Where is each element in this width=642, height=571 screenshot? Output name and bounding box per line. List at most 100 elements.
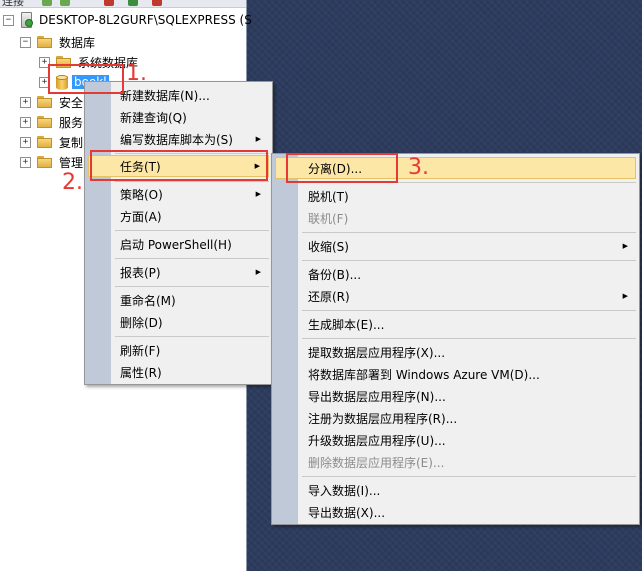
submenu-arrow-icon: ▶ <box>255 268 261 276</box>
menu-item-export-data[interactable]: 导出数据(X)... <box>275 501 636 523</box>
expand-icon[interactable]: + <box>20 96 31 108</box>
menu-separator <box>115 181 269 182</box>
menu-item-label: 导出数据层应用程序(N)... <box>308 389 446 404</box>
filter-icon[interactable] <box>152 0 162 6</box>
menu-separator <box>302 338 636 339</box>
annotation-label-step2: 2. <box>62 170 83 195</box>
disconnect-icon[interactable] <box>60 0 70 6</box>
database-context-menu: 新建数据库(N)... 新建查询(Q) 编写数据库脚本为(S) ▶ 任务(T) … <box>84 81 273 385</box>
menu-item-delete[interactable]: 删除(D) <box>88 311 269 333</box>
menu-item-label: 联机(F) <box>308 211 349 226</box>
menu-item-label: 启动 PowerShell(H) <box>120 237 232 252</box>
folder-icon <box>37 156 53 168</box>
menu-item-label: 新建查询(Q) <box>120 110 187 125</box>
server-label[interactable]: DESKTOP-8L2GURF\SQLEXPRESS (S <box>39 13 252 27</box>
toolbar-connect-label[interactable]: 连接 <box>2 0 24 7</box>
annotation-label-step1: 1. <box>126 61 147 86</box>
collapse-icon[interactable]: − <box>20 36 31 48</box>
submenu-arrow-icon: ▶ <box>622 242 628 250</box>
server-objects-label[interactable]: 服务 <box>59 114 83 131</box>
annotation-label-step3: 3. <box>408 155 429 180</box>
folder-icon <box>37 96 53 108</box>
menu-item-rename[interactable]: 重命名(M) <box>88 289 269 311</box>
tree-node-server-objects[interactable]: + 服务 <box>20 112 83 132</box>
tree-node-security[interactable]: + 安全 <box>20 92 83 112</box>
menu-item-upgrade-data-tier-app[interactable]: 升级数据层应用程序(U)... <box>275 429 636 451</box>
collapse-icon[interactable]: − <box>3 14 14 26</box>
folder-icon <box>37 136 53 148</box>
menu-item-policies[interactable]: 策略(O) ▶ <box>88 183 269 205</box>
menu-item-export-data-tier-app[interactable]: 导出数据层应用程序(N)... <box>275 385 636 407</box>
expand-icon[interactable]: + <box>20 156 31 168</box>
menu-separator <box>302 476 636 477</box>
tasks-submenu: 分离(D)... 脱机(T) 联机(F) 收缩(S) ▶ 备份(B)... 还原… <box>271 153 640 525</box>
management-label[interactable]: 管理 <box>59 154 83 171</box>
annotation-box-step1 <box>48 64 124 94</box>
annotation-box-step3 <box>286 153 398 183</box>
refresh-icon[interactable] <box>128 0 138 6</box>
menu-item-label: 升级数据层应用程序(U)... <box>308 433 446 448</box>
menu-item-label: 重命名(M) <box>120 293 176 308</box>
object-explorer-toolbar: 连接 <box>0 0 246 8</box>
menu-item-label: 还原(R) <box>308 289 350 304</box>
menu-separator <box>115 230 269 231</box>
menu-separator <box>302 310 636 311</box>
menu-item-label: 收缩(S) <box>308 239 349 254</box>
menu-item-shrink[interactable]: 收缩(S) ▶ <box>275 235 636 257</box>
menu-item-label: 导入数据(I)... <box>308 483 381 498</box>
annotation-box-step2 <box>90 150 268 181</box>
menu-item-label: 删除(D) <box>120 315 163 330</box>
menu-item-label: 删除数据层应用程序(E)... <box>308 455 445 470</box>
menu-item-script-database-as[interactable]: 编写数据库脚本为(S) ▶ <box>88 128 269 150</box>
menu-item-label: 属性(R) <box>120 365 162 380</box>
menu-item-label: 生成脚本(E)... <box>308 317 385 332</box>
tree-node-databases[interactable]: − 数据库 <box>20 32 95 52</box>
submenu-arrow-icon: ▶ <box>255 135 261 143</box>
menu-item-import-data[interactable]: 导入数据(I)... <box>275 479 636 501</box>
menu-item-generate-scripts[interactable]: 生成脚本(E)... <box>275 313 636 335</box>
menu-item-delete-data-tier-app: 删除数据层应用程序(E)... <box>275 451 636 473</box>
menu-item-label: 编写数据库脚本为(S) <box>120 132 233 147</box>
menu-item-label: 注册为数据层应用程序(R)... <box>308 411 458 426</box>
folder-icon <box>37 116 53 128</box>
menu-item-facets[interactable]: 方面(A) <box>88 205 269 227</box>
menu-item-extract-data-tier-app[interactable]: 提取数据层应用程序(X)... <box>275 341 636 363</box>
tree-node-management[interactable]: + 管理 <box>20 152 83 172</box>
menu-item-label: 刷新(F) <box>120 343 161 358</box>
expand-icon[interactable]: + <box>20 116 31 128</box>
menu-item-deploy-to-azure-vm[interactable]: 将数据库部署到 Windows Azure VM(D)... <box>275 363 636 385</box>
stop-icon[interactable] <box>104 0 114 6</box>
menu-item-label: 提取数据层应用程序(X)... <box>308 345 446 360</box>
submenu-arrow-icon: ▶ <box>255 190 261 198</box>
menu-item-take-offline[interactable]: 脱机(T) <box>275 185 636 207</box>
replication-label[interactable]: 复制 <box>59 134 83 151</box>
menu-item-register-data-tier-app[interactable]: 注册为数据层应用程序(R)... <box>275 407 636 429</box>
menu-item-label: 新建数据库(N)... <box>120 88 210 103</box>
menu-item-label: 备份(B)... <box>308 267 362 282</box>
menu-item-reports[interactable]: 报表(P) ▶ <box>88 261 269 283</box>
menu-item-restore[interactable]: 还原(R) ▶ <box>275 285 636 307</box>
menu-item-label: 将数据库部署到 Windows Azure VM(D)... <box>308 367 540 382</box>
security-label[interactable]: 安全 <box>59 94 83 111</box>
connect-icon[interactable] <box>42 0 52 6</box>
menu-separator <box>302 260 636 261</box>
menu-separator <box>115 258 269 259</box>
menu-item-new-query[interactable]: 新建查询(Q) <box>88 106 269 128</box>
menu-item-backup[interactable]: 备份(B)... <box>275 263 636 285</box>
expand-icon[interactable]: + <box>20 136 31 148</box>
menu-item-refresh[interactable]: 刷新(F) <box>88 339 269 361</box>
server-icon <box>20 12 34 28</box>
menu-item-label: 策略(O) <box>120 187 163 202</box>
tree-node-server[interactable]: − DESKTOP-8L2GURF\SQLEXPRESS (S <box>3 10 252 30</box>
submenu-arrow-icon: ▶ <box>622 292 628 300</box>
menu-item-label: 导出数据(X)... <box>308 505 386 520</box>
menu-item-label: 脱机(T) <box>308 189 349 204</box>
tree-node-replication[interactable]: + 复制 <box>20 132 83 152</box>
menu-separator <box>302 232 636 233</box>
menu-item-start-powershell[interactable]: 启动 PowerShell(H) <box>88 233 269 255</box>
menu-item-properties[interactable]: 属性(R) <box>88 361 269 383</box>
menu-separator <box>115 336 269 337</box>
menu-item-bring-online: 联机(F) <box>275 207 636 229</box>
menu-item-label: 方面(A) <box>120 209 162 224</box>
databases-label[interactable]: 数据库 <box>59 34 95 51</box>
